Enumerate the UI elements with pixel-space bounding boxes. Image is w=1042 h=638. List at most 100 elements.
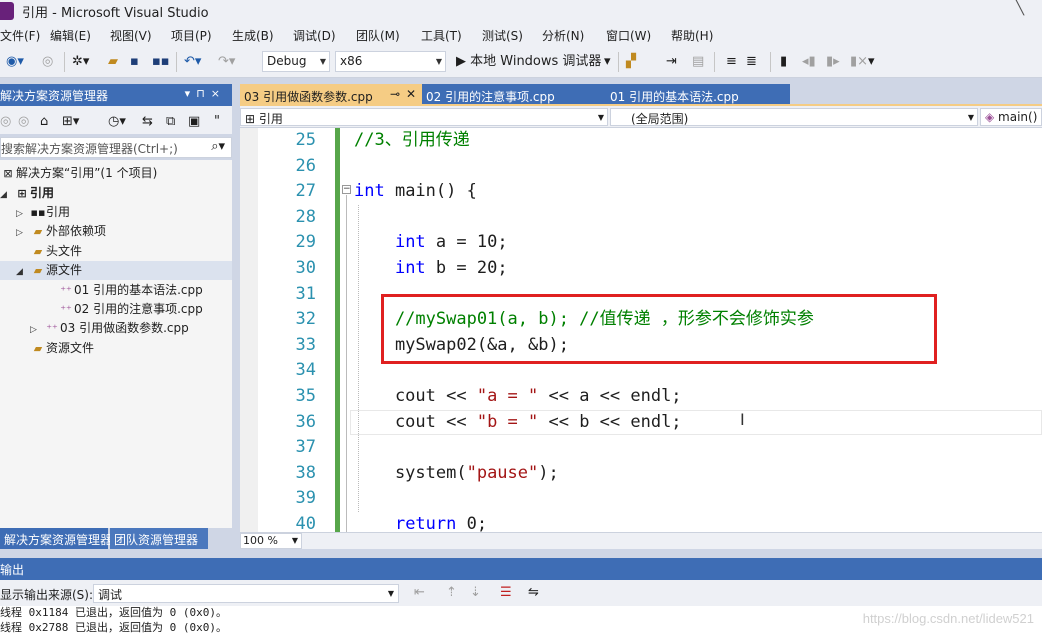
line-number: 29 bbox=[295, 232, 316, 253]
close-tab-icon[interactable]: ✕ bbox=[406, 87, 416, 101]
zoom-select[interactable]: 100 % ▼ bbox=[240, 533, 302, 549]
undo-icon[interactable]: ↶▾ bbox=[184, 53, 201, 71]
panel-controls-icon[interactable]: ▾⊓× bbox=[185, 87, 226, 100]
output-source-select[interactable]: 调试 ▼ bbox=[93, 584, 399, 603]
collapsed-arrow-icon[interactable]: ▷ bbox=[16, 224, 30, 243]
menu-build[interactable]: 生成(B) bbox=[232, 27, 274, 44]
forward-icon[interactable]: ◎ bbox=[42, 53, 53, 71]
tree-item-external-deps[interactable]: ▷ ▰ 外部依赖项 bbox=[16, 222, 106, 241]
sol-show-all-icon[interactable]: ▣ bbox=[188, 113, 200, 131]
expanded-arrow-icon[interactable]: ◢ bbox=[16, 263, 30, 282]
comment-icon[interactable]: ≡ bbox=[726, 53, 737, 71]
code-line: cout << "a = " << a << endl; bbox=[354, 386, 682, 406]
tree-item-file-02[interactable]: ⁺⁺ 02 引用的注意事项.cpp bbox=[44, 300, 203, 319]
tree-item-header-files[interactable]: ▰ 头文件 bbox=[16, 242, 82, 261]
output-toolbar: 显示输出来源(S): 调试 ▼ ⇤ ⇡ ⇣ ☰ ⇋ bbox=[0, 580, 1042, 606]
tab-solution-explorer[interactable]: 解决方案资源管理器 bbox=[0, 528, 112, 549]
member-select[interactable]: ◈ main() bbox=[980, 108, 1042, 126]
tree-item-source-files[interactable]: ◢ ▰ 源文件 bbox=[0, 261, 232, 280]
find-in-files-icon[interactable]: ▞ bbox=[626, 53, 636, 71]
line-number: 26 bbox=[295, 155, 316, 176]
line-number: 25 bbox=[295, 130, 316, 150]
clear-all-icon[interactable]: ☰ bbox=[500, 584, 512, 602]
tab-team-explorer[interactable]: 团队资源管理器 bbox=[110, 528, 208, 549]
clear-bookmarks-icon[interactable]: ▮× bbox=[850, 53, 868, 71]
start-debugging-button[interactable]: ▶ 本地 Windows 调试器 bbox=[456, 53, 601, 71]
new-project-icon[interactable]: ✲▾ bbox=[72, 53, 89, 71]
menu-file[interactable]: 文件(F) bbox=[0, 27, 40, 44]
sol-switch-view-icon[interactable]: ⊞▾ bbox=[62, 113, 79, 131]
visual-studio-logo-icon bbox=[0, 2, 14, 20]
indicator-margin[interactable] bbox=[240, 128, 258, 532]
output-line: 线程 0x2788 已退出，返回值为 0 (0x0)。 bbox=[0, 621, 227, 634]
bookmark-icon[interactable]: ▮ bbox=[780, 53, 787, 71]
project-scope-icon: ⊞ bbox=[245, 112, 259, 126]
function-icon: ◈ bbox=[985, 110, 999, 124]
solution-search-box[interactable]: 搜索解决方案资源管理器(Ctrl+;) ⌕▾ bbox=[0, 137, 232, 158]
menu-bar: 文件(F) 编辑(E) 视图(V) 项目(P) 生成(B) 调试(D) 团队(M… bbox=[0, 22, 1042, 46]
code-line: system("pause"); bbox=[354, 462, 559, 483]
indent-icon[interactable]: ▤ bbox=[692, 53, 704, 71]
search-icon[interactable]: ⌕▾ bbox=[211, 139, 225, 154]
next-message-icon[interactable]: ⇣ bbox=[470, 584, 481, 602]
step-icon[interactable]: ⇥ bbox=[666, 53, 677, 71]
tree-item-resource-files[interactable]: ▰ 资源文件 bbox=[16, 339, 94, 358]
menu-window[interactable]: 窗口(W) bbox=[606, 27, 651, 44]
tab-file-01[interactable]: 01 引用的基本语法.cpp bbox=[606, 84, 790, 106]
cpp-file-icon: ⁺⁺ bbox=[46, 322, 58, 335]
tree-item-project[interactable]: ◢ ⊞ 引用 bbox=[0, 184, 54, 203]
menu-team[interactable]: 团队(M) bbox=[356, 27, 400, 44]
sol-pending-changes-icon[interactable]: ◷▾ bbox=[108, 113, 126, 131]
start-debugging-dropdown-icon[interactable]: ▾ bbox=[604, 53, 611, 71]
annotation-highlight-box bbox=[381, 294, 937, 364]
tree-item-solution[interactable]: ⊠ 解决方案“引用”(1 个项目) bbox=[0, 164, 157, 183]
sol-collapse-icon[interactable]: ⧉ bbox=[166, 113, 175, 131]
solution-configuration-select[interactable]: Debug ▼ bbox=[262, 51, 330, 72]
solution-platform-select[interactable]: x86 ▼ bbox=[335, 51, 446, 72]
menu-edit[interactable]: 编辑(E) bbox=[50, 27, 91, 44]
menu-view[interactable]: 视图(V) bbox=[110, 27, 152, 44]
redo-icon[interactable]: ↷▾ bbox=[218, 53, 235, 71]
expanded-arrow-icon[interactable]: ◢ bbox=[0, 186, 14, 205]
tab-file-02[interactable]: 02 引用的注意事项.cpp bbox=[422, 84, 606, 106]
collapse-region-icon[interactable]: − bbox=[342, 185, 351, 194]
sol-back-icon[interactable]: ◎ bbox=[0, 113, 11, 131]
menu-test[interactable]: 测试(S) bbox=[482, 27, 523, 44]
tab-file-03[interactable]: 03 引用做函数参数.cpp ⊸ ✕ bbox=[240, 84, 422, 106]
open-file-icon[interactable]: ▰ bbox=[108, 53, 118, 71]
references-icon: ▪▪ bbox=[30, 206, 46, 219]
pin-icon[interactable]: ⊸ bbox=[390, 87, 400, 101]
menu-project[interactable]: 项目(P) bbox=[171, 27, 212, 44]
tree-item-file-01[interactable]: ⁺⁺ 01 引用的基本语法.cpp bbox=[44, 281, 203, 300]
save-all-icon[interactable]: ▪▪ bbox=[152, 53, 170, 71]
line-number: 36 bbox=[295, 411, 316, 432]
prev-message-icon[interactable]: ⇡ bbox=[446, 584, 457, 602]
project-scope-select[interactable]: ⊞ 引用 ▼ bbox=[240, 108, 608, 126]
line-number: 35 bbox=[295, 386, 316, 406]
global-scope-select[interactable]: (全局范围) ▼ bbox=[610, 108, 978, 126]
prev-bookmark-icon[interactable]: ◂▮ bbox=[802, 53, 816, 71]
solution-tree: ⊠ 解决方案“引用”(1 个项目) ◢ ⊞ 引用 ▷ ▪▪引用 ▷ ▰ 外部依赖项 ▰ 头文件… bbox=[0, 160, 232, 528]
word-wrap-icon[interactable]: ⇋ bbox=[528, 584, 539, 602]
solution-explorer-titlebar: 解决方案资源管理器 ▾⊓× bbox=[0, 84, 232, 106]
menu-help[interactable]: 帮助(H) bbox=[671, 27, 713, 44]
uncomment-icon[interactable]: ≣ bbox=[746, 53, 757, 71]
sol-forward-icon[interactable]: ◎ bbox=[18, 113, 29, 131]
find-message-icon[interactable]: ⇤ bbox=[414, 584, 425, 602]
menu-debug[interactable]: 调试(D) bbox=[293, 27, 336, 44]
sol-home-icon[interactable]: ⌂ bbox=[40, 113, 48, 131]
code-line: return 0; bbox=[394, 514, 488, 532]
save-icon[interactable]: ▪ bbox=[130, 53, 139, 71]
collapsed-arrow-icon[interactable]: ▷ bbox=[30, 321, 44, 340]
code-editor[interactable]: 25 26 27 28 29 30 31 32 33 34 35 36 37 38 39 40 − //3、引… bbox=[240, 128, 1042, 532]
sol-sync-icon[interactable]: ⇆ bbox=[142, 113, 153, 131]
next-bookmark-icon[interactable]: ▮▸ bbox=[826, 53, 840, 71]
tree-item-file-03[interactable]: ▷ ⁺⁺ 03 引用做函数参数.cpp bbox=[30, 319, 189, 338]
tree-item-references[interactable]: ▷ ▪▪引用 bbox=[16, 203, 70, 222]
menu-analyze[interactable]: 分析(N) bbox=[542, 27, 584, 44]
sol-more-icon[interactable]: " bbox=[214, 113, 220, 131]
line-number: 34 bbox=[295, 360, 316, 381]
back-icon[interactable]: ◉▾ bbox=[6, 53, 24, 71]
toolbar-overflow-icon[interactable]: ▾ bbox=[868, 53, 875, 71]
menu-tools[interactable]: 工具(T) bbox=[421, 27, 462, 44]
